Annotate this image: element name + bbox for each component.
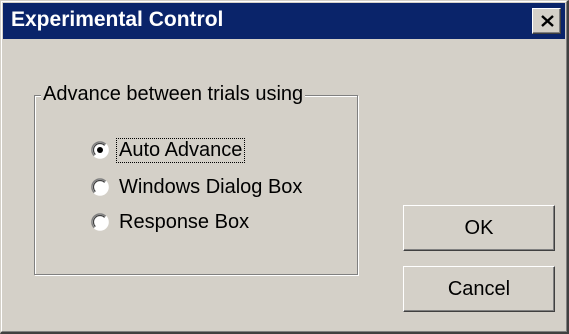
ok-button[interactable]: OK (403, 205, 555, 251)
radio-windows-dialog-box-icon[interactable] (91, 178, 109, 196)
close-icon (541, 15, 554, 27)
radio-label-response-box[interactable]: Response Box (117, 211, 251, 234)
title-bar[interactable]: Experimental Control (3, 3, 565, 39)
radio-option-response-box[interactable]: Response Box (91, 208, 251, 236)
close-button[interactable] (532, 8, 561, 34)
cancel-button[interactable]: Cancel (403, 266, 555, 312)
radio-option-windows-dialog-box[interactable]: Windows Dialog Box (91, 173, 304, 201)
advance-group-legend: Advance between trials using (41, 83, 306, 106)
radio-response-box-icon[interactable] (91, 213, 109, 231)
radio-option-auto-advance[interactable]: Auto Advance (91, 136, 246, 164)
experimental-control-dialog: Experimental Control Advance between tri… (0, 0, 569, 334)
radio-label-auto-advance[interactable]: Auto Advance (115, 137, 246, 163)
radio-auto-advance-selected-icon[interactable] (91, 141, 109, 159)
radio-label-windows-dialog-box[interactable]: Windows Dialog Box (117, 176, 304, 199)
dialog-title: Experimental Control (11, 8, 224, 31)
